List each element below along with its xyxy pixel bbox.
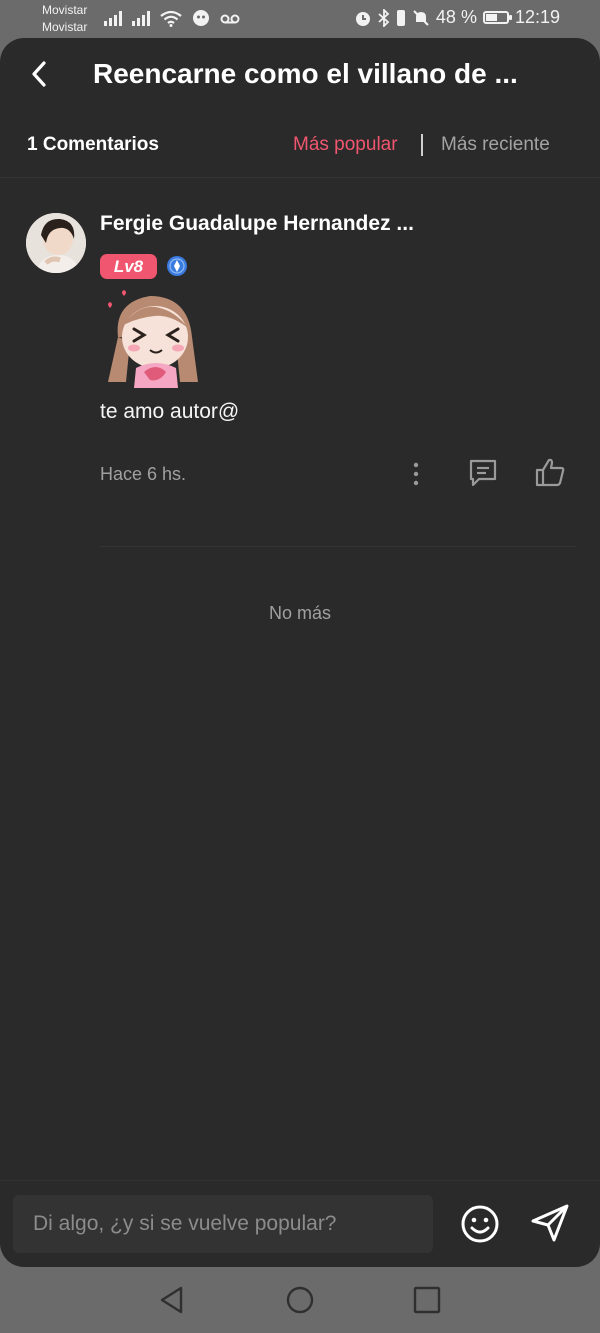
system-nav-bar <box>0 1267 600 1333</box>
bluetooth-icon <box>378 8 390 27</box>
end-of-list-label: No más <box>268 603 331 623</box>
battery-icon <box>482 11 512 24</box>
tab-most-recent[interactable]: Más reciente <box>441 134 550 156</box>
comments-sort-bar: 1 Comentarios Más popular Más reciente <box>0 112 600 178</box>
girl-sticker-icon <box>108 290 198 388</box>
vibrate-icon <box>396 9 405 26</box>
notification-app-icon <box>193 10 209 26</box>
comment-count: 1 Comentarios <box>27 134 159 155</box>
tab-divider <box>421 134 423 156</box>
clock: 12:19 <box>514 7 560 27</box>
emoji-icon[interactable] <box>459 1203 501 1245</box>
mute-bell-icon <box>413 9 429 26</box>
status-left-icons <box>104 9 240 27</box>
carrier-1: Movistar <box>42 3 88 17</box>
divider <box>100 546 575 547</box>
more-options-icon[interactable] <box>405 460 427 488</box>
like-icon[interactable] <box>534 456 566 488</box>
signal-icon-2 <box>132 10 150 26</box>
nav-home-icon[interactable] <box>285 1285 315 1315</box>
battery-percent: 48 % <box>435 7 477 27</box>
nav-back-icon[interactable] <box>157 1285 187 1315</box>
comment-timestamp: Hace 6 hs. <box>100 464 187 484</box>
level-badge: Lv8 <box>100 254 157 279</box>
wifi-icon <box>160 10 182 27</box>
alarm-icon <box>355 11 370 26</box>
carrier-names: Movistar Movistar <box>42 2 87 36</box>
comment-text: te amo autor@ <box>100 400 240 423</box>
status-bar: Movistar Movistar 48 % 12:19 <box>0 0 600 38</box>
comments-screen: Reencarne como el villano de ... 1 Comen… <box>0 38 600 1267</box>
avatar[interactable] <box>26 213 86 273</box>
carrier-2: Movistar <box>42 20 88 34</box>
reply-icon[interactable] <box>467 458 499 488</box>
voicemail-icon <box>220 14 240 24</box>
comment-input[interactable] <box>13 1195 433 1253</box>
page-title: Reencarne como el villano de ... <box>93 58 518 89</box>
signal-icon <box>104 10 122 26</box>
back-arrow-icon[interactable] <box>26 56 50 92</box>
comment-input-bar <box>0 1180 600 1267</box>
status-right: 48 % 12:19 <box>354 7 560 28</box>
tab-most-popular[interactable]: Más popular <box>293 134 398 156</box>
nav-recents-icon[interactable] <box>412 1285 442 1315</box>
comment-username[interactable]: Fergie Guadalupe Hernandez ... <box>100 212 430 236</box>
verified-badge-icon <box>167 256 187 276</box>
send-icon[interactable] <box>528 1201 572 1245</box>
header: Reencarne como el villano de ... <box>0 38 600 112</box>
